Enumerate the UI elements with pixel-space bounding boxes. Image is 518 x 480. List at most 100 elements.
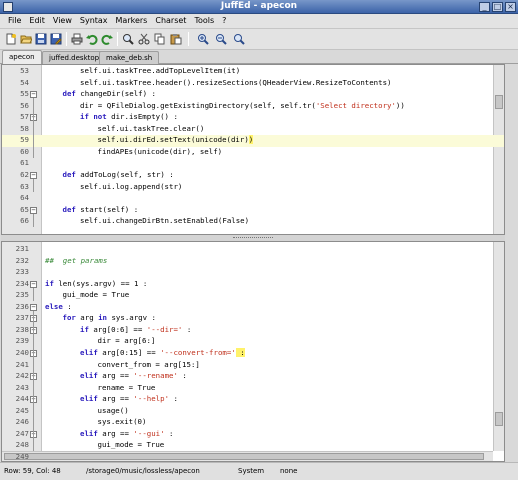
minimize-icon[interactable]: _ [479,2,490,12]
code-line[interactable]: 56 dir = QFileDialog.getExistingDirectory… [2,101,504,113]
code-line[interactable]: 242−elif arg == '--rename' : [2,371,504,383]
fold-toggle-icon[interactable]: − [30,280,37,288]
line-number: 62 [20,169,29,179]
code-segment: gui_mode = True [62,290,130,300]
code-line[interactable]: 55− def changeDir(self) : [2,89,504,101]
code-line[interactable]: 235 gui_mode = True [2,290,504,302]
code-line[interactable]: 239 dir = arg[6:] [2,336,504,348]
code-line[interactable]: 54 self.ui.taskTree.header().resizeSectio… [2,77,504,90]
menu-syntax[interactable]: Syntax [76,14,112,28]
cursor-position: Row: 59, Col: 48 [4,467,61,475]
code-line[interactable]: 246 sys.exit(0) [2,417,504,429]
code-line[interactable]: 65− def start(self) : [2,205,504,217]
fold-toggle-icon[interactable]: − [30,303,37,311]
paste-icon[interactable] [170,33,182,45]
status-extra: none [280,467,298,475]
menu-edit[interactable]: Edit [25,14,49,28]
redo-icon[interactable] [101,33,113,45]
code-segment: arg == [97,428,134,438]
find-icon[interactable] [122,33,134,45]
window-titlebar[interactable]: JuffEd - apecon _ □ × [0,0,518,14]
code-line[interactable]: 245 usage() [2,406,504,418]
code-text: if len(sys.argv) == 1 : [45,279,147,288]
code-segment: : [235,347,245,357]
line-number: 60 [20,146,29,156]
code-line[interactable]: 244−elif arg == '--help' : [2,394,504,406]
zoom-in-icon[interactable] [197,33,209,45]
cut-icon[interactable] [138,33,150,45]
menu-view[interactable]: View [49,14,76,28]
line-number: 54 [20,77,29,87]
code-keyword: def [62,89,76,99]
fold-guide [33,403,34,429]
zoom-reset-icon[interactable] [233,33,245,45]
save-icon[interactable] [35,33,47,45]
code-line[interactable]: 61 [2,158,504,170]
code-line[interactable]: 66 self.ui.changeDirBtn.setEnabled(False) [2,216,504,228]
fold-toggle-icon[interactable]: − [30,91,37,99]
code-segment: self.ui.log.append(str) [80,181,183,191]
save-as-icon[interactable] [50,33,62,45]
code-keyword: if not [80,112,107,122]
line-number: 55 [20,89,29,99]
line-number: 242 [15,371,29,381]
menu-charset[interactable]: Charset [151,14,190,28]
code-text: self.ui.changeDirBtn.setEnabled(False) [80,216,249,225]
code-line[interactable]: 53 self.ui.taskTree.addTopLevelItem(it) [2,66,504,78]
undo-icon[interactable] [86,33,98,45]
copy-icon[interactable] [154,33,166,45]
code-segment: sys.argv : [107,313,156,323]
line-number: 66 [20,216,29,226]
code-line[interactable]: 237−for arg in sys.argv : [2,313,504,325]
code-line[interactable]: 241 convert_from = arg[15:] [2,360,504,372]
code-line[interactable]: 233 [2,267,504,279]
current-line[interactable]: 59 self.ui.dirEd.setText(unicode(dir)) [2,135,504,147]
code-line[interactable]: 247−elif arg == '--gui' : [2,428,504,441]
line-number: 53 [20,66,29,75]
charset-indicator[interactable]: System [238,467,264,475]
tab-apecon[interactable]: apecon [2,50,42,64]
open-folder-icon[interactable] [20,33,32,45]
fold-toggle-icon[interactable]: − [30,171,37,179]
menu-tools[interactable]: Tools [190,14,218,28]
code-line[interactable]: 236− else : [2,301,504,314]
code-text: def changeDir(self) : [63,89,156,98]
code-line[interactable]: 64 [2,193,504,205]
menu-markers[interactable]: Markers [112,14,152,28]
close-icon[interactable]: × [505,2,516,12]
fold-toggle-icon[interactable]: − [30,206,37,214]
code-line[interactable]: 63 self.ui.log.append(str) [2,181,504,194]
menu-help[interactable]: ? [218,14,230,28]
new-file-icon[interactable] [5,33,17,45]
code-line[interactable]: 243 rename = True [2,383,504,395]
code-segment: arg == [97,394,134,404]
editor-top-pane[interactable]: 53 self.ui.taskTree.addTopLevelItem(it) 54… [1,64,505,235]
code-keyword: in [98,313,108,323]
code-line[interactable]: 60 findAPEs(unicode(dir), self) [2,146,504,159]
tab-juffed-desktop[interactable]: juffed.desktop [42,51,107,64]
code-line[interactable]: 249 [2,452,504,461]
zoom-out-icon[interactable] [215,33,227,45]
code-line[interactable]: 234− if len(sys.argv) == 1 : [2,279,504,291]
line-number: 236 [15,301,29,311]
fold-guide [33,333,34,348]
code-line[interactable]: 57−if not dir.isEmpty() : [2,112,504,124]
code-text: convert_from = arg[15:] [98,360,200,369]
code-line[interactable]: 231 [2,244,504,256]
line-number: 248 [15,440,29,450]
code-line[interactable]: 248 gui_mode = True [2,440,504,452]
code-segment: arg [75,313,99,323]
print-icon[interactable] [71,33,83,45]
maximize-icon[interactable]: □ [492,2,503,12]
editor-bottom-pane[interactable]: 231 232 ## get params 233 234− if len(sys.arg… [1,241,505,462]
code-line[interactable]: 232 ## get params [2,256,504,268]
menu-file[interactable]: File [4,14,25,28]
code-text: elif arg[0:15] == '--convert-from=' : [80,347,245,357]
code-keyword: def [62,169,76,179]
code-line[interactable]: 62− def addToLog(self, str) : [2,169,504,182]
code-line[interactable]: 58 self.ui.taskTree.clear() [2,123,504,136]
tab-make-deb[interactable]: make_deb.sh [99,51,160,64]
code-line[interactable]: 238−if arg[0:6] == '--dir=' : [2,325,504,337]
code-line[interactable]: 240−elif arg[0:15] == '--convert-from=' … [2,347,504,360]
code-segment: self.ui.taskTree.clear() [97,123,205,133]
